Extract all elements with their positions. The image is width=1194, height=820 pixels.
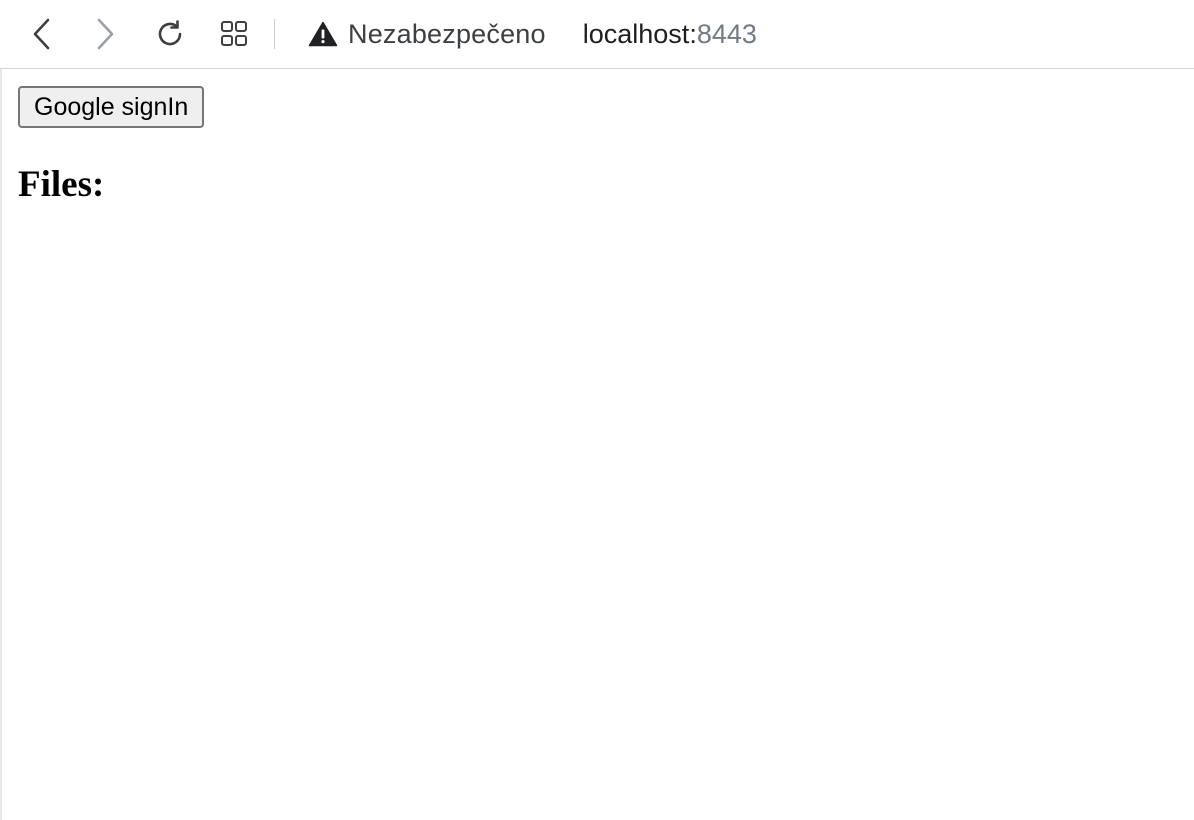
address-bar[interactable]: Nezabezpečeno localhost: 8443 — [300, 12, 757, 56]
security-indicator[interactable]: Nezabezpečeno — [308, 19, 546, 50]
files-heading: Files: — [18, 164, 105, 205]
toolbar-divider — [274, 19, 275, 49]
tab-grid-icon — [221, 21, 247, 46]
warning-triangle-icon — [308, 21, 338, 47]
tab-overview-button[interactable] — [214, 14, 254, 54]
forward-button[interactable] — [85, 14, 125, 54]
back-button[interactable] — [22, 14, 62, 54]
page-content: Google signIn Files: — [18, 86, 205, 206]
chevron-left-icon — [33, 18, 50, 50]
url-port: 8443 — [696, 18, 757, 49]
security-label: Nezabezpečeno — [348, 18, 546, 49]
reload-icon — [158, 20, 182, 46]
url-host: localhost: — [582, 18, 697, 49]
google-signin-button[interactable]: Google signIn — [18, 86, 205, 128]
chevron-right-icon — [97, 18, 114, 50]
browser-toolbar: Nezabezpečeno localhost: 8443 — [0, 0, 1194, 69]
reload-button[interactable] — [150, 14, 190, 54]
window-left-edge — [0, 0, 2, 820]
